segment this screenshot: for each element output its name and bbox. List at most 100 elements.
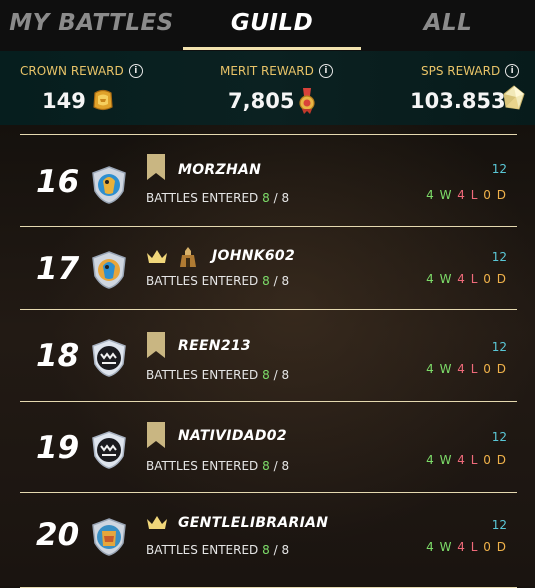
- battles-entered-label: BATTLES ENTERED: [146, 191, 259, 205]
- crown-icon: [147, 516, 167, 529]
- battles-separator: /: [269, 459, 282, 473]
- battles-entered: BATTLES ENTERED 8 / 8: [146, 543, 289, 557]
- wins: 4 W: [426, 540, 453, 554]
- list-item[interactable]: 18 REEN213 BATTLES ENTERED 8 / 8 12 4 W …: [20, 309, 517, 402]
- score: 12: [491, 340, 507, 354]
- battles-entered: BATTLES ENTERED 8 / 8: [146, 191, 289, 205]
- merit-reward-label-wrap: MERIT REWARD i: [220, 64, 333, 78]
- sps-reward-label: SPS REWARD: [421, 64, 501, 78]
- rewards-bar: CROWN REWARD i 149 MERIT REWARD i 7,805 …: [0, 51, 535, 125]
- crown-reward-label-wrap: CROWN REWARD i: [20, 64, 143, 78]
- draws: 0 D: [483, 362, 507, 376]
- battles-entered-label: BATTLES ENTERED: [146, 274, 259, 288]
- info-icon[interactable]: i: [505, 64, 520, 78]
- battles-entered-count: 8: [262, 459, 270, 473]
- merit-reward: MERIT REWARD i 7,805: [220, 51, 370, 125]
- tab-all[interactable]: ALL: [361, 0, 535, 51]
- player-name[interactable]: JOHNK602: [212, 248, 295, 264]
- win-loss-draw: 4 W 4 L 0 D: [426, 540, 507, 554]
- losses: 4 L: [457, 188, 479, 202]
- crown-reward-value: 149: [42, 89, 86, 113]
- battles-entered-count: 8: [262, 191, 270, 205]
- battles-total: 8: [281, 191, 290, 205]
- battles-total: 8: [281, 543, 290, 557]
- sps-crystal-icon: [503, 85, 525, 110]
- battles-entered-count: 8: [262, 368, 270, 382]
- win-loss-draw: 4 W 4 L 0 D: [426, 272, 507, 286]
- losses: 4 L: [457, 272, 479, 286]
- battles-entered-label: BATTLES ENTERED: [146, 543, 259, 557]
- battles-separator: /: [269, 191, 282, 205]
- tab-my-battles[interactable]: MY BATTLES: [0, 0, 183, 51]
- battles-total: 8: [281, 368, 290, 382]
- list-item[interactable]: 20 GENTLELIBRARIAN BATTLES ENTERED 8 / 8…: [20, 492, 517, 588]
- crown-reward-label: CROWN REWARD: [20, 64, 124, 78]
- win-loss-draw: 4 W 4 L 0 D: [426, 453, 507, 467]
- battles-entered: BATTLES ENTERED 8 / 8: [146, 274, 289, 288]
- info-icon[interactable]: i: [128, 64, 143, 78]
- battles-entered-count: 8: [262, 543, 270, 557]
- losses: 4 L: [457, 453, 479, 467]
- battles-entered-count: 8: [262, 274, 270, 288]
- draws: 0 D: [483, 272, 507, 286]
- battles-total: 8: [281, 459, 290, 473]
- info-icon[interactable]: i: [318, 64, 333, 78]
- player-name[interactable]: REEN213: [178, 338, 251, 354]
- battles-entered-label: BATTLES ENTERED: [146, 459, 259, 473]
- merit-reward-label: MERIT REWARD: [220, 64, 314, 78]
- rank-number: 16: [36, 164, 80, 200]
- battles-entered-label: BATTLES ENTERED: [146, 368, 259, 382]
- win-loss-draw: 4 W 4 L 0 D: [426, 188, 507, 202]
- score: 12: [491, 518, 507, 532]
- rank-number: 17: [36, 251, 80, 287]
- losses: 4 L: [457, 362, 479, 376]
- guild-battle-list: 16 MORZHAN BATTLES ENTERED 8 / 8 12 4 W …: [0, 125, 535, 588]
- wins: 4 W: [426, 362, 453, 376]
- player-name[interactable]: NATIVIDAD02: [178, 428, 287, 444]
- guild-flag-icon: [147, 154, 165, 180]
- tab-guild[interactable]: GUILD: [183, 0, 361, 51]
- sps-reward-label-wrap: SPS REWARD i: [421, 64, 520, 78]
- tab-bar: MY BATTLES GUILD ALL: [0, 0, 535, 51]
- battles-entered: BATTLES ENTERED 8 / 8: [146, 459, 289, 473]
- battles-separator: /: [269, 543, 282, 557]
- gold-monster-shield-icon: [92, 518, 126, 556]
- draws: 0 D: [483, 540, 507, 554]
- wins: 4 W: [426, 453, 453, 467]
- guild-flag-icon: [147, 422, 165, 448]
- merit-medal-icon: [299, 88, 315, 114]
- guild-banner-icon: [180, 247, 196, 267]
- crown-reward: CROWN REWARD i 149: [20, 51, 180, 125]
- losses: 4 L: [457, 540, 479, 554]
- rank-number: 19: [36, 430, 80, 466]
- crown-token-icon: [93, 89, 113, 111]
- rank-number: 18: [36, 338, 80, 374]
- player-name[interactable]: MORZHAN: [178, 162, 261, 178]
- dark-monster-shield-icon: [92, 339, 126, 377]
- sps-reward: SPS REWARD i 103.853: [410, 51, 530, 125]
- rank-number: 20: [36, 517, 80, 553]
- crown-icon: [147, 250, 167, 263]
- list-item[interactable]: 16 MORZHAN BATTLES ENTERED 8 / 8 12 4 W …: [20, 134, 517, 227]
- wins: 4 W: [426, 272, 453, 286]
- battles-total: 8: [281, 274, 290, 288]
- win-loss-draw: 4 W 4 L 0 D: [426, 362, 507, 376]
- battles-separator: /: [269, 274, 282, 288]
- player-name[interactable]: GENTLELIBRARIAN: [178, 515, 328, 531]
- dark-monster-shield-icon: [92, 431, 126, 469]
- sps-reward-value: 103.853: [410, 89, 506, 113]
- score: 12: [491, 430, 507, 444]
- guild-flag-icon: [147, 332, 165, 358]
- draws: 0 D: [483, 188, 507, 202]
- score: 12: [491, 250, 507, 264]
- merit-reward-value: 7,805: [228, 89, 295, 113]
- score: 12: [491, 162, 507, 176]
- draws: 0 D: [483, 453, 507, 467]
- gold-bird-shield-icon: [92, 251, 126, 289]
- battles-separator: /: [269, 368, 282, 382]
- wins: 4 W: [426, 188, 453, 202]
- blue-bird-shield-icon: [92, 166, 126, 204]
- list-item[interactable]: 17 JOHNK602 BATTLES ENTERED 8 / 8 12 4 W…: [20, 226, 517, 310]
- battles-entered: BATTLES ENTERED 8 / 8: [146, 368, 289, 382]
- list-item[interactable]: 19 NATIVIDAD02 BATTLES ENTERED 8 / 8 12 …: [20, 401, 517, 493]
